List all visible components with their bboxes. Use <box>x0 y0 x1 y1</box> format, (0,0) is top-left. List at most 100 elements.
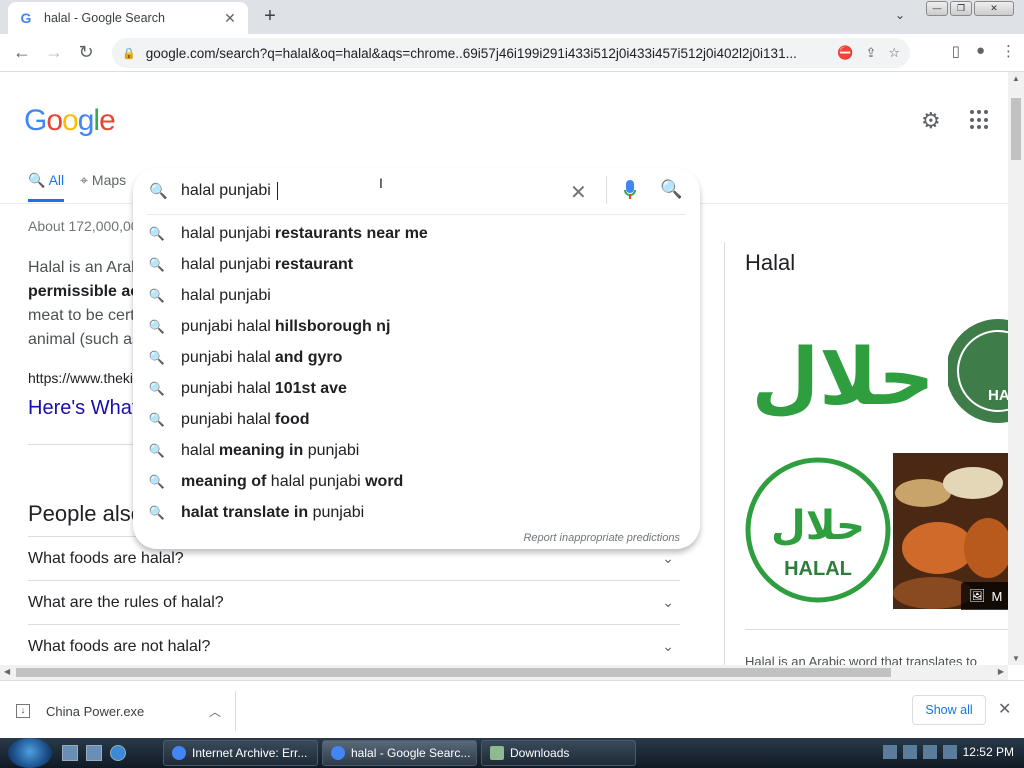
search-icon: 🔍 <box>148 349 166 365</box>
settings-gear-icon[interactable]: ⚙ <box>921 108 941 134</box>
network-icon[interactable] <box>922 745 937 759</box>
clear-icon[interactable]: ✕ <box>570 180 587 205</box>
bookmark-star-icon[interactable]: ☆ <box>888 45 900 61</box>
back-icon[interactable]: ← <box>6 42 38 63</box>
result-cite: https://www.thekitchn.com <box>28 370 138 386</box>
suggestion-bold-text: and gyro <box>274 348 343 366</box>
blocked-popup-icon[interactable]: ⛔ <box>837 45 853 61</box>
show-desktop-icon[interactable] <box>62 745 78 761</box>
search-icon: 🔍 <box>148 442 166 458</box>
scroll-right-icon[interactable]: ▶ <box>998 667 1004 676</box>
window-close-button[interactable]: ✕ <box>974 1 1014 16</box>
tab-all-label: All <box>48 172 65 188</box>
window-controls: — ❐ ✕ <box>926 1 1014 16</box>
suggestion-item[interactable]: 🔍 halal meaning in punjabi <box>133 435 700 466</box>
more-images-button[interactable]: 🖼 M <box>961 582 1008 610</box>
menu-kebab-icon[interactable]: ⋮ <box>1001 42 1016 60</box>
voice-search-mic-icon[interactable] <box>623 178 637 202</box>
text-cursor-icon: I <box>379 175 383 191</box>
chevron-down-icon: ⌄ <box>662 638 674 654</box>
paa-question[interactable]: What foods are not halal? ⌄ <box>28 624 680 665</box>
tab-all[interactable]: 🔍 All <box>28 172 65 202</box>
share-icon[interactable]: ⇪ <box>865 45 876 61</box>
halal-circle-image[interactable]: حلال HALAL <box>745 453 891 609</box>
download-bar: ↓ China Power.exe ︿ Show all ✕ <box>0 680 1024 738</box>
minimize-button[interactable]: — <box>926 1 948 16</box>
suggestion-text: punjabi <box>303 441 360 459</box>
taskbar-item-label: halal - Google Searc... <box>351 746 471 760</box>
search-query-text: halal punjabi <box>181 182 276 200</box>
google-logo[interactable]: Google <box>24 104 116 138</box>
show-all-button[interactable]: Show all <box>912 695 986 725</box>
lock-icon[interactable]: 🔒 <box>122 47 136 60</box>
volume-muted-icon[interactable] <box>942 745 957 759</box>
address-bar[interactable]: 🔒 google.com/search?q=halal&oq=halal&aqs… <box>112 38 910 68</box>
search-icon: 🔍 <box>148 380 166 396</box>
scroll-down-icon[interactable]: ▼ <box>1012 654 1020 663</box>
tray-app-icon[interactable] <box>882 745 897 759</box>
search-icon: 🔍 <box>148 318 166 334</box>
search-input[interactable]: halal punjabi <box>181 182 279 200</box>
tab-search-chevron-icon[interactable]: ⌄ <box>895 8 905 22</box>
google-apps-icon[interactable] <box>970 110 990 130</box>
explorer-icon[interactable] <box>86 745 102 761</box>
suggestion-item[interactable]: 🔍 halal punjabi restaurant <box>133 249 700 280</box>
knowledge-panel-description: Halal is an Arabic word that translates … <box>745 654 977 665</box>
suggestion-item[interactable]: 🔍 halat translate in punjabi <box>133 497 700 528</box>
snippet-line: Halal is an Arabic <box>28 259 138 276</box>
taskbar-item-label: Internet Archive: Err... <box>192 746 308 760</box>
tray-app-icon[interactable] <box>902 745 917 759</box>
side-panel-icon[interactable]: ▯ <box>952 42 960 60</box>
reload-icon[interactable]: ↻ <box>70 42 102 63</box>
suggestion-item[interactable]: 🔍 halal punjabi restaurants near me <box>133 218 700 249</box>
divider <box>147 214 686 215</box>
search-box[interactable]: 🔍 halal punjabi ✕ 🔍 <box>133 168 700 214</box>
clock[interactable]: 12:52 PM <box>963 745 1014 759</box>
page-content: Google ⚙ 🔍 All ⌖ Maps About 172,000,000 … <box>0 72 1008 665</box>
report-predictions-link[interactable]: Report inappropriate predictions <box>523 532 680 544</box>
suggestion-item[interactable]: 🔍 halal punjabi <box>133 280 700 311</box>
start-button[interactable] <box>8 738 52 768</box>
paa-question[interactable]: What are the rules of halal? ⌄ <box>28 580 680 624</box>
suggestion-item[interactable]: 🔍 punjabi halal food <box>133 404 700 435</box>
halal-logo-image[interactable]: حلال <box>745 296 943 451</box>
scrollbar-thumb[interactable] <box>1011 98 1021 160</box>
download-item[interactable]: ↓ China Power.exe ︿ <box>16 691 236 731</box>
tab-google-search[interactable]: G halal - Google Search ✕ <box>8 2 248 34</box>
chevron-up-icon[interactable]: ︿ <box>209 703 221 720</box>
url-text[interactable]: google.com/search?q=halal&oq=halal&aqs=c… <box>146 46 826 61</box>
file-icon: ↓ <box>16 704 30 718</box>
scroll-left-icon[interactable]: ◀ <box>4 667 10 676</box>
vertical-scrollbar[interactable]: ▲ ▼ <box>1008 72 1024 665</box>
suggestion-bold-text: meaning in <box>218 441 304 459</box>
taskbar-item[interactable]: Internet Archive: Err... <box>163 740 318 766</box>
suggestion-bold-text: 101st ave <box>274 379 347 397</box>
badge-text: HA <box>988 387 1008 404</box>
suggestion-item[interactable]: 🔍 punjabi halal 101st ave <box>133 373 700 404</box>
windows-taskbar: Internet Archive: Err... halal - Google … <box>0 738 1024 768</box>
result-link[interactable]: Here's What Halal <box>28 397 138 420</box>
restore-button[interactable]: ❐ <box>950 1 972 16</box>
suggestion-item[interactable]: 🔍 meaning of halal punjabi word <box>133 466 700 497</box>
halal-badge-image[interactable]: HA <box>948 296 1008 451</box>
suggestion-item[interactable]: 🔍 punjabi halal and gyro <box>133 342 700 373</box>
snippet-line: permissible act <box>28 283 138 300</box>
close-tab-icon[interactable]: ✕ <box>222 10 238 27</box>
close-download-bar-icon[interactable]: ✕ <box>998 699 1011 719</box>
scroll-up-icon[interactable]: ▲ <box>1012 74 1020 83</box>
taskbar-item[interactable]: Downloads <box>481 740 636 766</box>
paa-question-text: What foods are halal? <box>28 549 184 567</box>
profile-avatar-icon[interactable]: ● <box>976 42 985 60</box>
new-tab-button[interactable]: + <box>258 4 282 28</box>
scrollbar-thumb[interactable] <box>16 668 891 677</box>
tab-maps[interactable]: ⌖ Maps <box>80 172 126 202</box>
suggestion-bold-text: hillsborough nj <box>274 317 391 335</box>
suggestion-bold-text: halat translate in <box>181 503 309 521</box>
search-submit-icon[interactable]: 🔍 <box>660 179 682 200</box>
forward-icon[interactable]: → <box>38 42 70 63</box>
chevron-down-icon: ⌄ <box>662 550 674 566</box>
suggestion-item[interactable]: 🔍 punjabi halal hillsborough nj <box>133 311 700 342</box>
horizontal-scrollbar[interactable]: ◀ ▶ <box>0 665 1008 680</box>
taskbar-item[interactable]: halal - Google Searc... <box>322 740 477 766</box>
internet-explorer-icon[interactable] <box>110 745 126 761</box>
